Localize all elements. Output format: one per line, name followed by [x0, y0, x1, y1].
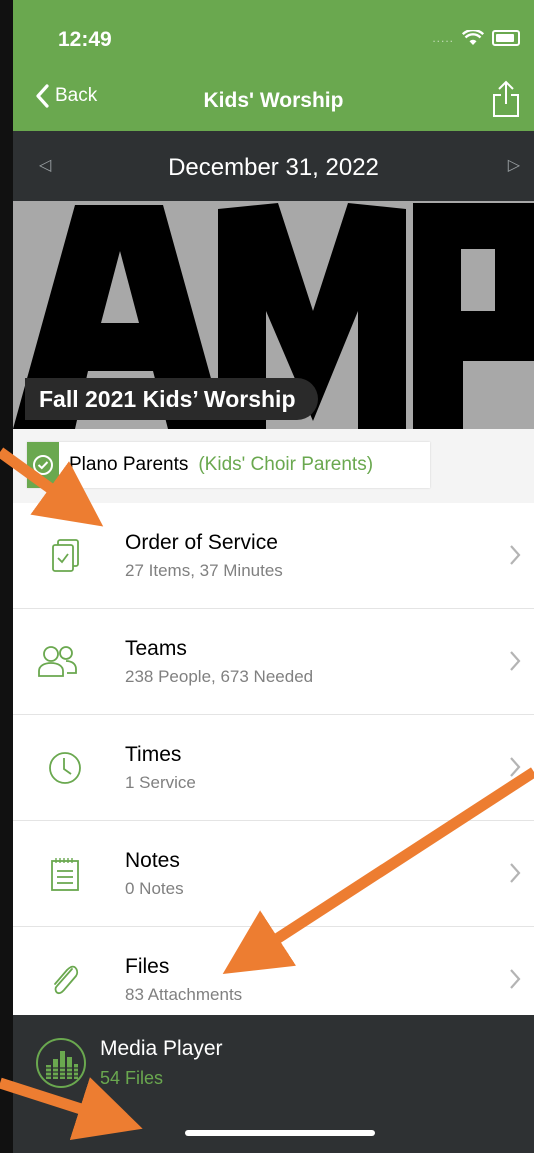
- plan-sections-list: Order of Service 27 Items, 37 Minutes Te…: [13, 503, 534, 1032]
- row-teams[interactable]: Teams 238 People, 673 Needed: [13, 609, 534, 715]
- share-button[interactable]: [492, 80, 520, 123]
- row-title: Times: [125, 743, 182, 766]
- chevron-right-icon: [510, 651, 521, 671]
- media-player-title: Media Player: [100, 1037, 223, 1060]
- row-title: Files: [125, 955, 170, 978]
- chevron-right-icon: [510, 545, 521, 565]
- next-date-button[interactable]: ▷: [508, 155, 520, 175]
- row-order-of-service[interactable]: Order of Service 27 Items, 37 Minutes: [13, 503, 534, 609]
- row-title: Teams: [125, 637, 187, 660]
- row-subtitle: 83 Attachments: [125, 985, 243, 1004]
- row-subtitle: 238 People, 673 Needed: [125, 667, 314, 686]
- battery-icon: [492, 30, 520, 46]
- notes-icon: [51, 858, 79, 891]
- chevron-right-icon: [510, 969, 521, 989]
- media-player-icon: [36, 1038, 86, 1088]
- row-title: Order of Service: [125, 531, 278, 554]
- row-subtitle: 1 Service: [125, 773, 196, 792]
- date-bar: ◁ December 31, 2022 ▷: [13, 131, 534, 201]
- row-notes[interactable]: Notes 0 Notes: [13, 821, 534, 927]
- team-check: [27, 442, 59, 488]
- signal-icon: .....: [432, 31, 454, 45]
- team-tag[interactable]: Plano Parents (Kids' Choir Parents): [27, 442, 430, 488]
- plan-date: December 31, 2022: [168, 154, 379, 181]
- order-of-service-icon: [52, 539, 79, 572]
- team-group: (Kids' Choir Parents): [198, 454, 374, 475]
- app-header: 12:49 ..... Back Kids' Worship: [13, 0, 534, 131]
- checkmark-circle-icon: [33, 455, 53, 475]
- row-times[interactable]: Times 1 Service: [13, 715, 534, 821]
- row-subtitle: 0 Notes: [125, 879, 184, 898]
- clock-icon: [49, 752, 81, 784]
- status-icons: .....: [432, 30, 520, 46]
- left-border: [0, 0, 13, 1153]
- share-icon: [493, 80, 519, 117]
- media-player-bar[interactable]: Media Player 54 Files: [13, 1015, 534, 1153]
- page-title: Kids' Worship: [203, 89, 344, 112]
- team-name: Plano Parents: [69, 454, 189, 475]
- team-strip: Plano Parents (Kids' Choir Parents): [13, 429, 534, 504]
- home-indicator: [185, 1130, 375, 1136]
- media-player-count: 54 Files: [100, 1068, 164, 1088]
- paperclip-icon: [54, 965, 79, 995]
- chevron-right-icon: [510, 757, 521, 777]
- row-title: Notes: [125, 849, 180, 872]
- status-time: 12:49: [58, 28, 112, 51]
- teams-icon: [38, 646, 77, 677]
- wifi-icon: [462, 30, 484, 45]
- phone-screen: 12:49 ..... Back Kids' Worship ◁ Decembe…: [13, 0, 534, 1153]
- series-name-badge: Fall 2021 Kids’ Worship: [25, 378, 318, 420]
- chevron-right-icon: [510, 863, 521, 883]
- row-subtitle: 27 Items, 37 Minutes: [125, 561, 283, 580]
